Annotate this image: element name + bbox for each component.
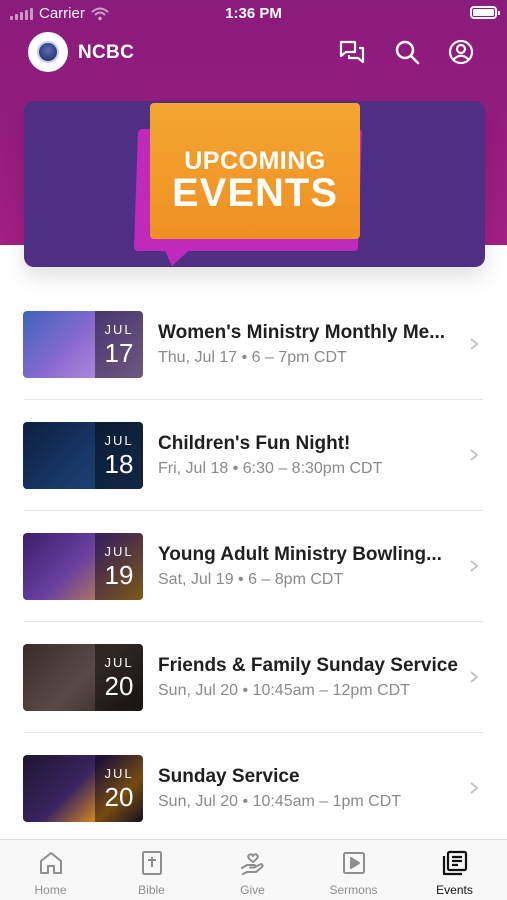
status-bar: Carrier 1:36 PM — [0, 0, 507, 28]
app-bar: NCBC — [0, 28, 507, 80]
event-thumbnail: JUL 18 — [23, 422, 143, 489]
upcoming-events-banner: UPCOMING EVENTS — [24, 101, 485, 267]
tab-label: Events — [436, 883, 473, 897]
tab-label: Bible — [138, 883, 165, 897]
chevron-right-icon — [470, 782, 479, 794]
event-row[interactable]: JUL 17 Women's Ministry Monthly Me... Th… — [0, 289, 507, 400]
events-icon — [442, 850, 468, 876]
event-month: JUL — [104, 544, 134, 559]
events-screen: Carrier 1:36 PM NCBC UPCOMING EVENTS JUL… — [0, 0, 507, 900]
tab-bible[interactable]: Bible — [101, 840, 202, 900]
tab-label: Home — [34, 883, 67, 897]
event-day: 19 — [104, 560, 134, 590]
tab-events[interactable]: Events — [404, 840, 505, 900]
event-date-badge: JUL 20 — [95, 644, 143, 711]
chevron-right-icon — [470, 449, 479, 461]
event-month: JUL — [104, 655, 134, 670]
battery-icon — [470, 6, 500, 19]
event-datetime: Fri, Jul 18 • 6:30 – 8:30pm CDT — [158, 460, 383, 477]
event-title: Children's Fun Night! — [158, 433, 351, 454]
event-date-badge: JUL 17 — [95, 311, 143, 378]
event-row[interactable]: JUL 18 Children's Fun Night! Fri, Jul 18… — [0, 400, 507, 511]
event-row[interactable]: JUL 19 Young Adult Ministry Bowling... S… — [0, 511, 507, 622]
bible-icon — [142, 851, 162, 875]
event-row[interactable]: JUL 20 Sunday Service Sun, Jul 20 • 10:4… — [0, 733, 507, 844]
tab-label: Sermons — [329, 883, 378, 897]
event-row[interactable]: JUL 20 Friends & Family Sunday Service S… — [0, 622, 507, 733]
event-thumbnail: JUL 17 — [23, 311, 143, 378]
tab-label: Give — [240, 883, 265, 897]
event-thumbnail: JUL 20 — [23, 644, 143, 711]
event-day: 20 — [104, 782, 134, 812]
event-datetime: Sun, Jul 20 • 10:45am – 1pm CDT — [158, 793, 402, 810]
app-title: NCBC — [78, 42, 135, 63]
event-datetime: Sat, Jul 19 • 6 – 8pm CDT — [158, 571, 344, 588]
tab-bar: Home Bible Give Sermons Events — [0, 839, 507, 900]
event-day: 17 — [104, 338, 134, 368]
event-title: Sunday Service — [158, 766, 300, 787]
event-thumbnail: JUL 19 — [23, 533, 143, 600]
chevron-right-icon — [470, 671, 479, 683]
event-datetime: Thu, Jul 17 • 6 – 7pm CDT — [158, 349, 347, 366]
event-month: JUL — [104, 433, 134, 448]
search-icon[interactable] — [393, 38, 421, 66]
event-month: JUL — [104, 322, 134, 337]
event-month: JUL — [104, 766, 134, 781]
chevron-right-icon — [470, 560, 479, 572]
home-icon — [40, 852, 62, 874]
event-day: 18 — [104, 449, 134, 479]
event-date-badge: JUL 20 — [95, 755, 143, 822]
account-icon[interactable] — [447, 38, 475, 66]
speech-bubble-tail — [162, 244, 196, 266]
event-thumbnail: JUL 20 — [23, 755, 143, 822]
event-date-badge: JUL 19 — [95, 533, 143, 600]
banner-title-line2: EVENTS — [171, 171, 339, 215]
sermons-icon — [343, 852, 365, 874]
church-logo[interactable] — [28, 32, 68, 72]
event-datetime: Sun, Jul 20 • 10:45am – 12pm CDT — [158, 682, 410, 699]
logo-emblem — [37, 41, 59, 63]
tab-sermons[interactable]: Sermons — [303, 840, 404, 900]
event-day: 20 — [104, 671, 134, 701]
tab-home[interactable]: Home — [0, 840, 101, 900]
chevron-right-icon — [470, 338, 479, 350]
event-date-badge: JUL 18 — [95, 422, 143, 489]
event-title: Young Adult Ministry Bowling... — [158, 544, 442, 565]
status-time: 1:36 PM — [225, 5, 282, 22]
event-title: Friends & Family Sunday Service — [158, 655, 458, 676]
tab-give[interactable]: Give — [202, 840, 303, 900]
chat-icon[interactable] — [338, 38, 366, 66]
give-icon — [241, 853, 264, 875]
event-title: Women's Ministry Monthly Me... — [158, 322, 446, 343]
